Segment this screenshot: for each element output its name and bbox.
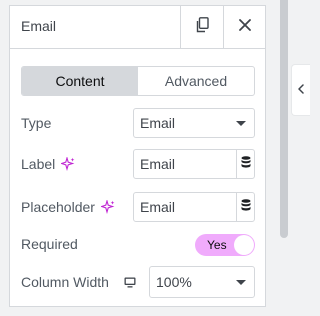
dynamic-tags-button[interactable] bbox=[236, 150, 254, 178]
panel-title: Email bbox=[21, 18, 57, 34]
label-input[interactable] bbox=[134, 150, 236, 178]
label-input-group bbox=[133, 149, 255, 179]
required-label: Required bbox=[21, 236, 78, 252]
close-button[interactable] bbox=[223, 6, 265, 48]
chevron-left-icon bbox=[298, 81, 304, 99]
tab-content[interactable]: Content bbox=[22, 67, 138, 95]
close-icon bbox=[238, 18, 251, 36]
database-icon bbox=[241, 155, 251, 173]
copy-icon bbox=[195, 16, 209, 38]
tab-switcher: Content Advanced bbox=[21, 66, 255, 96]
chevron-down-icon bbox=[236, 121, 246, 126]
placeholder-field-label: Placeholder bbox=[21, 199, 95, 215]
column-width-row-label: Column Width bbox=[21, 274, 136, 290]
widget-settings-panel: Email Content Advanced Type Email Label … bbox=[9, 5, 266, 307]
column-width-select[interactable]: 100% bbox=[149, 266, 255, 298]
panel-header: Email bbox=[10, 6, 265, 49]
copy-button[interactable] bbox=[180, 6, 222, 48]
placeholder-input-group bbox=[133, 192, 255, 222]
column-width-value: 100% bbox=[156, 274, 192, 290]
desktop-icon[interactable] bbox=[124, 277, 136, 288]
ai-sparkle-icon[interactable] bbox=[100, 200, 115, 214]
placeholder-row-label: Placeholder bbox=[21, 199, 115, 215]
required-toggle[interactable]: Yes bbox=[195, 234, 255, 256]
dynamic-tags-button[interactable] bbox=[236, 193, 254, 221]
type-select[interactable]: Email bbox=[133, 108, 255, 138]
ai-sparkle-icon[interactable] bbox=[61, 157, 75, 171]
placeholder-input[interactable] bbox=[134, 193, 236, 221]
tab-advanced[interactable]: Advanced bbox=[138, 67, 254, 95]
column-width-label: Column Width bbox=[21, 274, 109, 290]
scrollbar[interactable] bbox=[280, 0, 288, 238]
label-row-label: Label bbox=[21, 156, 75, 172]
toggle-state-label: Yes bbox=[207, 238, 227, 252]
type-label: Type bbox=[21, 115, 52, 131]
chevron-down-icon bbox=[236, 280, 246, 285]
toggle-knob bbox=[234, 235, 254, 255]
collapse-panel-button[interactable] bbox=[291, 64, 310, 116]
label-field-label: Label bbox=[21, 156, 56, 172]
database-icon bbox=[241, 198, 251, 216]
type-select-value: Email bbox=[140, 115, 176, 131]
